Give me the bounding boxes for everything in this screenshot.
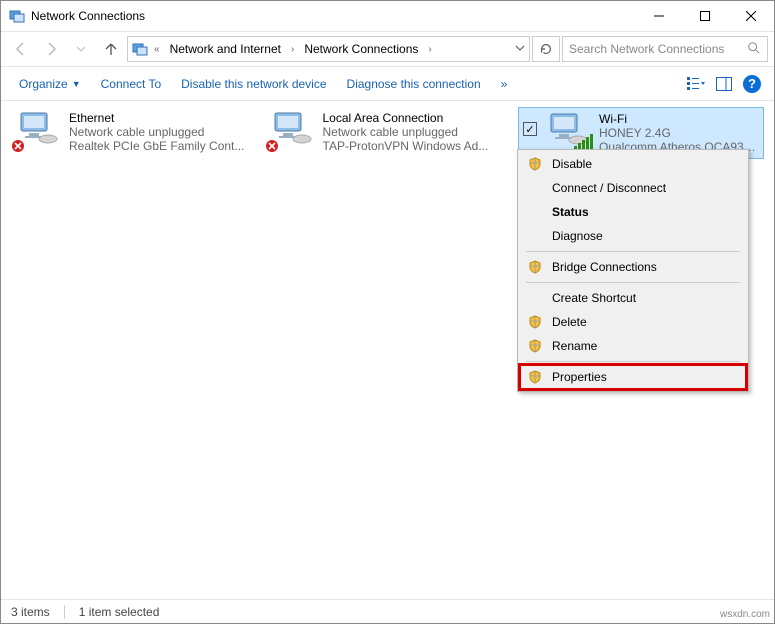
recent-dropdown[interactable] <box>67 35 95 63</box>
menu-icon-empty <box>526 289 544 307</box>
up-button[interactable] <box>97 35 125 63</box>
menu-item-label: Create Shortcut <box>552 291 736 305</box>
menu-item-diagnose[interactable]: Diagnose <box>520 224 746 248</box>
selected-count: 1 item selected <box>79 605 160 619</box>
connection-item[interactable]: Local Area Connection Network cable unpl… <box>265 107 509 159</box>
refresh-button[interactable] <box>532 36 560 62</box>
menu-item-delete[interactable]: Delete <box>520 310 746 334</box>
menu-separator <box>526 251 740 252</box>
menu-item-label: Diagnose <box>552 229 736 243</box>
breadcrumb-current[interactable]: Network Connections <box>300 40 422 58</box>
network-adapter-icon <box>545 112 593 150</box>
connection-name: Local Area Connection <box>323 111 505 125</box>
shield-icon <box>526 313 544 331</box>
breadcrumb-overflow[interactable]: « <box>152 44 162 55</box>
menu-icon-empty <box>526 203 544 221</box>
chevron-right-icon[interactable]: › <box>426 44 433 55</box>
shield-icon <box>526 337 544 355</box>
close-button[interactable] <box>728 1 774 31</box>
error-icon <box>265 139 279 153</box>
address-dropdown-icon[interactable] <box>515 42 525 56</box>
status-separator <box>64 605 65 619</box>
menu-item-label: Status <box>552 205 736 219</box>
chevron-down-icon: ▼ <box>72 79 81 89</box>
connection-status: Network cable unplugged <box>69 125 251 139</box>
menu-item-bridge-connections[interactable]: Bridge Connections <box>520 255 746 279</box>
minimize-button[interactable] <box>636 1 682 31</box>
diagnose-button[interactable]: Diagnose this connection <box>337 71 491 97</box>
maximize-button[interactable] <box>682 1 728 31</box>
shield-icon <box>526 258 544 276</box>
items-count: 3 items <box>11 605 50 619</box>
network-adapter-icon <box>269 111 317 149</box>
menu-item-create-shortcut[interactable]: Create Shortcut <box>520 286 746 310</box>
organize-menu[interactable]: Organize▼ <box>9 71 91 97</box>
menu-item-label: Properties <box>552 370 736 384</box>
menu-item-rename[interactable]: Rename <box>520 334 746 358</box>
network-adapter-icon <box>15 111 63 149</box>
connection-item[interactable]: Ethernet Network cable unplugged Realtek… <box>11 107 255 159</box>
search-placeholder: Search Network Connections <box>569 42 747 56</box>
menu-item-label: Connect / Disconnect <box>552 181 736 195</box>
forward-button[interactable] <box>37 35 65 63</box>
menu-item-properties[interactable]: Properties <box>520 365 746 389</box>
menu-item-disable[interactable]: Disable <box>520 152 746 176</box>
connection-status: Network cable unplugged <box>323 125 505 139</box>
shield-icon <box>526 368 544 386</box>
menu-item-label: Bridge Connections <box>552 260 736 274</box>
search-input[interactable]: Search Network Connections <box>562 36 768 62</box>
disable-device-button[interactable]: Disable this network device <box>171 71 336 97</box>
menu-item-status[interactable]: Status <box>520 200 746 224</box>
address-bar[interactable]: « Network and Internet › Network Connect… <box>127 36 530 62</box>
search-icon <box>747 41 761 58</box>
shield-icon <box>526 155 544 173</box>
breadcrumb-parent[interactable]: Network and Internet <box>166 40 285 58</box>
window-icon <box>9 8 25 24</box>
menu-icon-empty <box>526 179 544 197</box>
connect-to-button[interactable]: Connect To <box>91 71 172 97</box>
menu-item-connect-disconnect[interactable]: Connect / Disconnect <box>520 176 746 200</box>
menu-item-label: Delete <box>552 315 736 329</box>
menu-item-label: Rename <box>552 339 736 353</box>
preview-pane-button[interactable] <box>710 71 738 97</box>
view-options-button[interactable] <box>682 71 710 97</box>
back-button[interactable] <box>7 35 35 63</box>
context-menu: Disable Connect / Disconnect Status Diagnos… <box>517 149 749 392</box>
menu-separator <box>526 361 740 362</box>
status-bar: 3 items 1 item selected wsxdn.com <box>1 599 774 623</box>
nav-bar: « Network and Internet › Network Connect… <box>1 31 774 67</box>
connection-adapter: TAP-ProtonVPN Windows Ad... <box>323 139 505 153</box>
command-bar: Organize▼ Connect To Disable this networ… <box>1 67 774 101</box>
wifi-signal-icon <box>574 134 593 150</box>
command-overflow[interactable]: » <box>491 71 518 97</box>
chevron-right-icon[interactable]: › <box>289 44 296 55</box>
connection-status: HONEY 2.4G <box>599 126 759 140</box>
connection-name: Ethernet <box>69 111 251 125</box>
content-area: Ethernet Network cable unplugged Realtek… <box>1 101 774 591</box>
menu-item-label: Disable <box>552 157 736 171</box>
help-button[interactable]: ? <box>738 71 766 97</box>
watermark: wsxdn.com <box>720 609 770 620</box>
menu-icon-empty <box>526 227 544 245</box>
window-title: Network Connections <box>31 9 636 23</box>
connection-name: Wi-Fi <box>599 112 759 126</box>
title-bar: Network Connections <box>1 1 774 31</box>
error-icon <box>11 139 25 153</box>
menu-separator <box>526 282 740 283</box>
selection-checkbox[interactable]: ✓ <box>523 122 537 136</box>
connection-adapter: Realtek PCIe GbE Family Cont... <box>69 139 251 153</box>
address-icon <box>132 41 148 57</box>
